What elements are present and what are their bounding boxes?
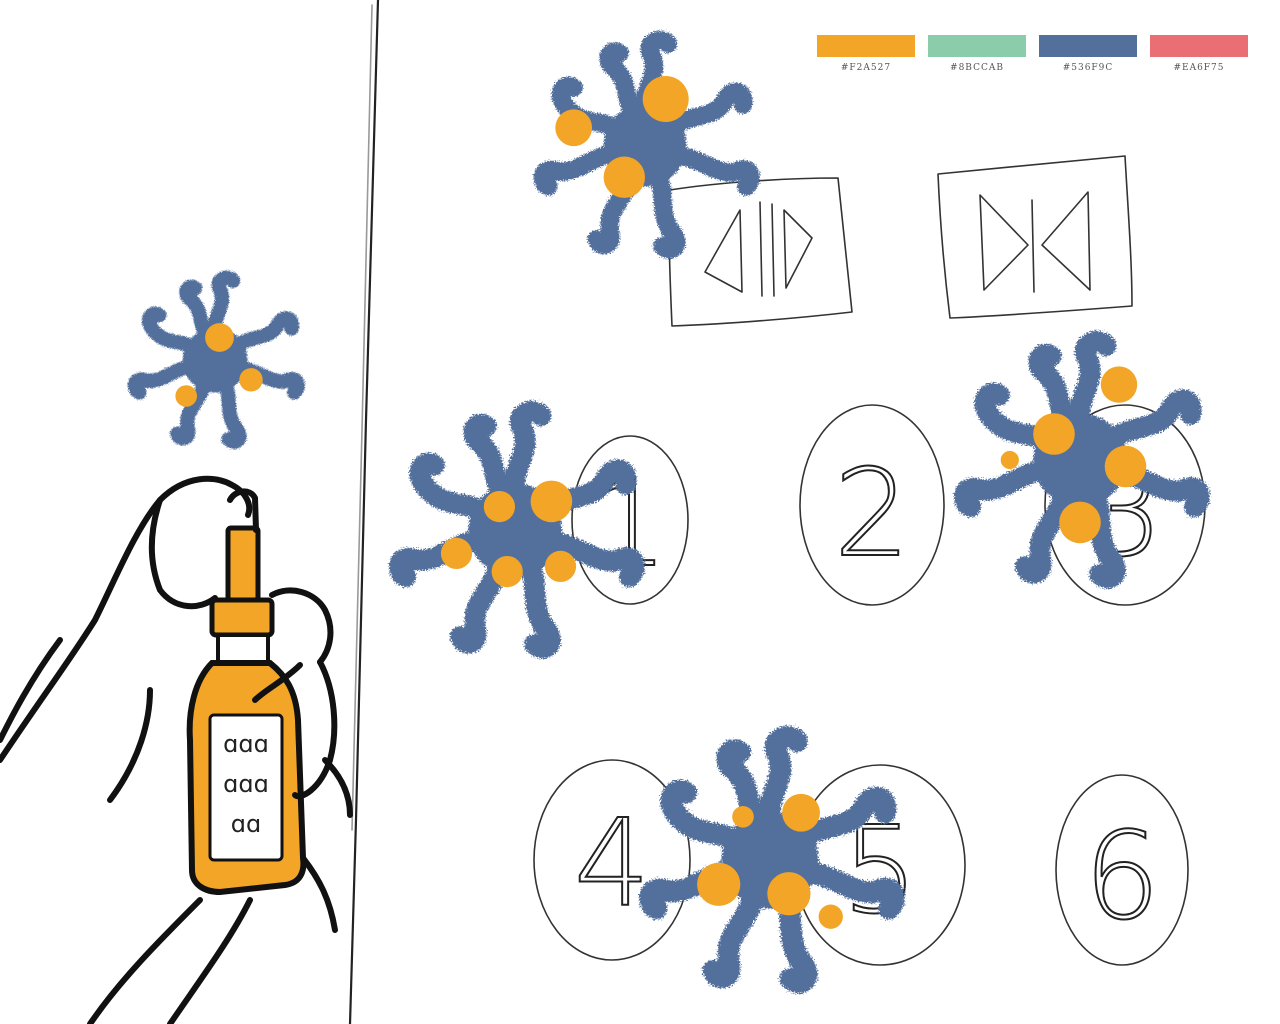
divider-line: [348, 0, 380, 1024]
svg-text:ɑɑɑ: ɑɑɑ: [223, 770, 269, 798]
floor-button-2[interactable]: 2: [799, 404, 945, 606]
door-open-button[interactable]: [668, 177, 853, 327]
floor-4-label: 4: [574, 795, 650, 934]
germ-left: [135, 278, 298, 442]
germ-top: [543, 40, 751, 249]
illustration: 1 2 3 4 5 6 ɑɑɑ ɑɑɑ ɑɑ: [0, 0, 1280, 1024]
floor-button-6[interactable]: 6: [1055, 774, 1189, 966]
svg-text:ɑɑ: ɑɑ: [231, 810, 261, 838]
germ-mid-right: [964, 341, 1199, 578]
spray-bottle: ɑɑɑ ɑɑɑ ɑɑ: [186, 488, 307, 896]
divider-line-shadow: [351, 4, 373, 831]
door-open-icon: [704, 201, 813, 297]
floor-6-label: 6: [1084, 808, 1160, 947]
door-close-button[interactable]: [937, 155, 1133, 319]
floor-2-label: 2: [834, 445, 910, 584]
door-close-icon: [979, 191, 1091, 293]
bottle-label-text: ɑɑɑ: [223, 730, 269, 758]
